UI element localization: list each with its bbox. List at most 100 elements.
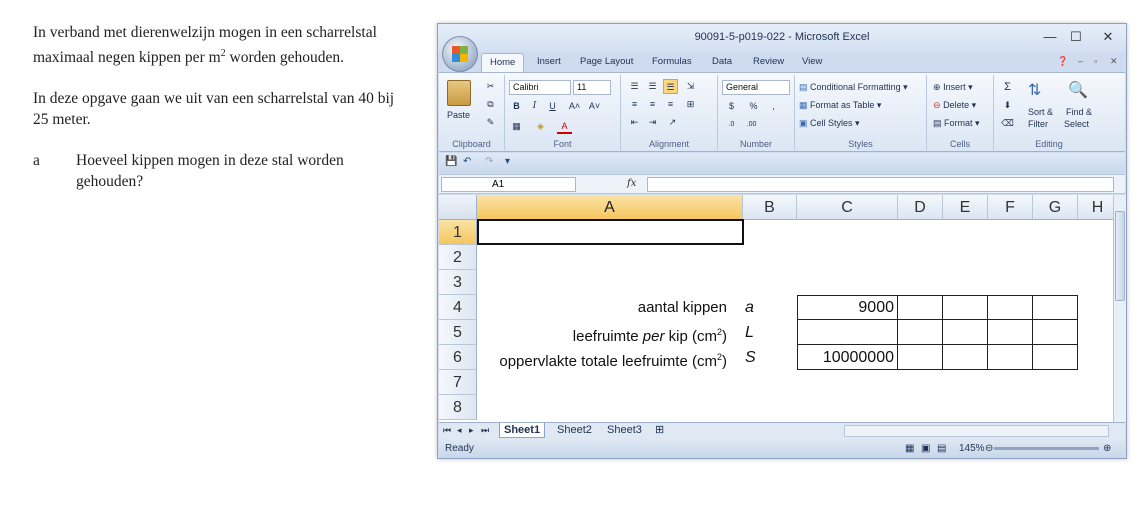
fill-color-icon[interactable]: ◈	[533, 119, 548, 134]
vertical-scrollbar[interactable]	[1113, 195, 1126, 422]
delete-cells-button[interactable]: ⊖ Delete ▾	[933, 100, 976, 111]
align-left-icon[interactable]: ≡	[627, 97, 642, 112]
decrease-indent-icon[interactable]: ⇤	[627, 115, 642, 130]
sheet-tab-1[interactable]: Sheet1	[499, 423, 546, 438]
cell-e4[interactable]	[943, 295, 988, 320]
format-as-table-button[interactable]: ▦ Format as Table ▾	[799, 100, 881, 111]
orientation-icon[interactable]: ↗	[665, 115, 680, 130]
underline-icon[interactable]: U	[545, 99, 560, 114]
name-box[interactable]: A1	[441, 177, 576, 192]
cell-styles-button[interactable]: ▣ Cell Styles ▾	[799, 118, 860, 129]
cell-f5[interactable]	[988, 320, 1033, 345]
insert-sheet-icon[interactable]: ⊞	[655, 423, 664, 438]
normal-view-icon[interactable]: ▦	[905, 443, 914, 454]
sheet-nav-next-icon[interactable]: ▸	[469, 423, 474, 438]
tab-home[interactable]: Home	[481, 53, 525, 73]
number-format-select[interactable]: General	[722, 80, 790, 95]
sheet-tab-3[interactable]: Sheet3	[607, 423, 642, 438]
align-bottom-icon[interactable]: ☰	[663, 79, 678, 94]
sort-filter-icon[interactable]: ⇅	[1028, 80, 1052, 106]
horizontal-scrollbar[interactable]	[844, 425, 1109, 437]
office-button[interactable]	[442, 36, 478, 72]
filter-label[interactable]: Filter	[1028, 119, 1048, 129]
conditional-formatting-button[interactable]: ▤ Conditional Formatting ▾	[799, 82, 908, 93]
autosum-icon[interactable]: Σ	[1000, 80, 1015, 95]
find-label[interactable]: Find &	[1066, 107, 1092, 117]
column-header-c[interactable]: C	[797, 195, 898, 220]
cell-f4[interactable]	[988, 295, 1033, 320]
zoom-slider[interactable]	[994, 447, 1099, 450]
clear-icon[interactable]: ⌫	[1000, 116, 1015, 131]
maximize-button[interactable]: ☐	[1064, 28, 1088, 46]
row-header-3[interactable]: 3	[439, 270, 477, 295]
cell-e6[interactable]	[943, 345, 988, 370]
merge-center-icon[interactable]: ⊞	[683, 97, 698, 112]
row-header-5[interactable]: 5	[439, 320, 477, 345]
comma-icon[interactable]: ,	[766, 99, 781, 114]
ribbon-close-icon[interactable]: ✕	[1110, 56, 1118, 67]
formula-input[interactable]	[647, 177, 1114, 192]
row-header-1[interactable]: 1	[439, 220, 477, 245]
grow-font-icon[interactable]: A˄	[567, 99, 582, 114]
font-color-icon[interactable]: A	[557, 119, 572, 134]
tab-view[interactable]: View	[802, 56, 822, 67]
ribbon-minimize-icon[interactable]: –	[1078, 56, 1083, 66]
cell-d6[interactable]	[898, 345, 943, 370]
cell-d5[interactable]	[898, 320, 943, 345]
align-center-icon[interactable]: ≡	[645, 97, 660, 112]
italic-icon[interactable]: I	[527, 99, 542, 114]
format-cells-button[interactable]: ▤ Format ▾	[933, 118, 980, 129]
increase-decimal-icon[interactable]: .0	[724, 117, 739, 132]
cut-icon[interactable]: ✂	[483, 79, 498, 94]
copy-icon[interactable]: ⧉	[483, 97, 498, 112]
column-header-f[interactable]: F	[988, 195, 1033, 220]
row-header-7[interactable]: 7	[439, 370, 477, 395]
insert-cells-button[interactable]: ⊕ Insert ▾	[933, 82, 973, 93]
shrink-font-icon[interactable]: A˅	[587, 99, 602, 114]
row-header-6[interactable]: 6	[439, 345, 477, 370]
decrease-decimal-icon[interactable]: .00	[744, 117, 759, 132]
paste-label[interactable]: Paste	[447, 110, 470, 120]
align-middle-icon[interactable]: ☰	[645, 79, 660, 94]
zoom-out-icon[interactable]: ⊖	[985, 443, 993, 454]
tab-review[interactable]: Review	[753, 56, 784, 67]
currency-icon[interactable]: $	[724, 99, 739, 114]
customize-qat-icon[interactable]: ▾	[505, 156, 510, 167]
page-layout-view-icon[interactable]: ▣	[921, 443, 930, 454]
help-icon[interactable]: ❓	[1057, 56, 1068, 67]
sort-label[interactable]: Sort &	[1028, 107, 1053, 117]
wrap-text-icon[interactable]: ⇲	[683, 79, 698, 94]
sheet-nav-last-icon[interactable]: ⏭	[481, 423, 489, 438]
column-header-a[interactable]: A	[477, 195, 743, 220]
tab-data[interactable]: Data	[712, 56, 732, 67]
select-all-corner[interactable]	[439, 195, 477, 220]
active-cell-a1[interactable]	[477, 219, 744, 245]
fill-icon[interactable]: ⬇	[1000, 98, 1015, 113]
vertical-scroll-thumb[interactable]	[1115, 211, 1125, 301]
column-header-g[interactable]: G	[1033, 195, 1078, 220]
cell-d4[interactable]	[898, 295, 943, 320]
format-painter-icon[interactable]: ✎	[483, 115, 498, 130]
row-header-4[interactable]: 4	[439, 295, 477, 320]
page-break-view-icon[interactable]: ▤	[937, 443, 946, 454]
row-header-2[interactable]: 2	[439, 245, 477, 270]
font-size-select[interactable]: 11	[573, 80, 611, 95]
select-label[interactable]: Select	[1064, 119, 1089, 129]
find-select-icon[interactable]: 🔍	[1068, 80, 1092, 106]
minimize-button[interactable]: —	[1038, 28, 1062, 46]
cell-g4[interactable]	[1033, 295, 1078, 320]
undo-icon[interactable]: ↶	[463, 156, 471, 167]
insert-function-icon[interactable]: fx	[627, 178, 636, 189]
tab-page-layout[interactable]: Page Layout	[580, 56, 633, 67]
tab-formulas[interactable]: Formulas	[652, 56, 692, 67]
cell-g5[interactable]	[1033, 320, 1078, 345]
borders-icon[interactable]: ▦	[509, 119, 524, 134]
column-header-h[interactable]: H	[1078, 195, 1113, 220]
save-icon[interactable]: 💾	[445, 156, 457, 167]
percent-icon[interactable]: %	[746, 99, 761, 114]
column-header-d[interactable]: D	[898, 195, 943, 220]
cell-f6[interactable]	[988, 345, 1033, 370]
align-top-icon[interactable]: ☰	[627, 79, 642, 94]
zoom-in-icon[interactable]: ⊕	[1103, 443, 1111, 454]
cell-g6[interactable]	[1033, 345, 1078, 370]
